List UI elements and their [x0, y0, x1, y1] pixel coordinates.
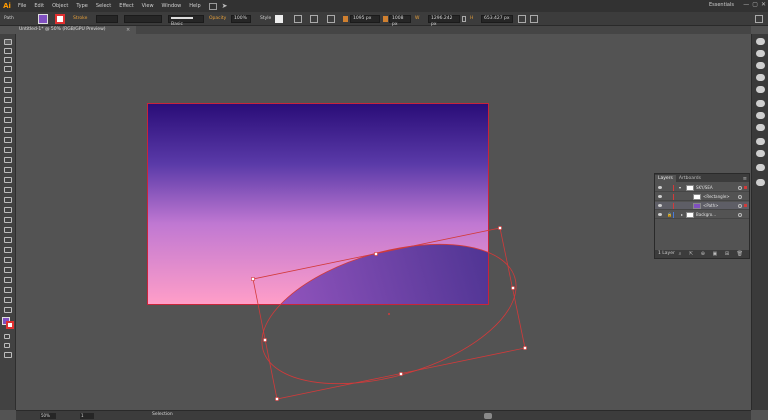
eye-icon[interactable]: [658, 213, 662, 216]
target-icon[interactable]: [738, 195, 742, 199]
layer-row[interactable]: ▾ SKY/SEA: [655, 184, 749, 192]
bounding-handle[interactable]: [275, 397, 279, 401]
target-icon[interactable]: [738, 213, 742, 217]
target-icon[interactable]: [738, 186, 742, 190]
bounding-handle[interactable]: [374, 252, 378, 256]
layers-panel: Layers Artboards ≡ ▾ SKY/SEA <Rectangle>…: [654, 173, 750, 259]
bounding-handle[interactable]: [498, 226, 502, 230]
selection-indicator[interactable]: [744, 204, 747, 207]
layers-panel-header: Layers Artboards ≡: [655, 174, 749, 182]
tab-artboards[interactable]: Artboards: [676, 175, 704, 182]
layer-row[interactable]: 🔒 ▸ Backgro...: [655, 211, 749, 219]
target-icon[interactable]: [738, 204, 742, 208]
layer-name: <Rectangle>: [703, 194, 730, 199]
layers-footer-actions[interactable]: ⌕ ⇱ ⊕ ▣ ⊞ 🗑: [679, 250, 746, 258]
layer-name: Backgro...: [696, 212, 716, 217]
artboard-number-field[interactable]: 1: [80, 413, 94, 419]
zoom-field[interactable]: 50%: [40, 413, 56, 419]
panel-menu-icon[interactable]: ≡: [743, 176, 749, 182]
collapse-arrow-icon[interactable]: ▸: [681, 211, 683, 218]
layer-row[interactable]: <Rectangle>: [655, 193, 749, 201]
bounding-handle[interactable]: [511, 286, 515, 290]
selection-indicator[interactable]: [744, 186, 747, 189]
layer-thumbnail: [686, 185, 694, 191]
status-text[interactable]: Selection: [152, 412, 173, 417]
bounding-handle[interactable]: [263, 338, 267, 342]
layer-color-bar: [673, 203, 674, 209]
eye-icon[interactable]: [658, 195, 662, 198]
tab-layers[interactable]: Layers: [655, 175, 676, 182]
layer-thumbnail: [686, 212, 694, 218]
layer-name: <Path>: [703, 203, 719, 208]
center-point: [388, 313, 390, 315]
layer-row[interactable]: <Path>: [655, 202, 749, 210]
status-bar: 50% 1 Selection: [16, 410, 751, 420]
layer-color-bar: [673, 212, 674, 218]
layer-name: SKY/SEA: [696, 185, 713, 190]
bounding-handle[interactable]: [251, 277, 255, 281]
layer-color-bar: [673, 194, 674, 200]
layer-thumbnail: [693, 203, 701, 209]
lock-icon[interactable]: 🔒: [667, 211, 672, 218]
expand-arrow-icon[interactable]: ▾: [679, 184, 681, 191]
layer-color-bar: [673, 185, 674, 191]
bounding-handle[interactable]: [523, 346, 527, 350]
eye-icon[interactable]: [658, 204, 662, 207]
canvas-overlay: [251, 226, 527, 401]
eye-icon[interactable]: [658, 186, 662, 189]
horizontal-scrollbar-thumb[interactable]: [484, 413, 492, 419]
layer-count: 1 Layer: [658, 251, 675, 256]
layers-panel-footer: 1 Layer ⌕ ⇱ ⊕ ▣ ⊞ 🗑: [655, 250, 749, 258]
bounding-handle[interactable]: [399, 372, 403, 376]
layer-thumbnail: [693, 194, 701, 200]
